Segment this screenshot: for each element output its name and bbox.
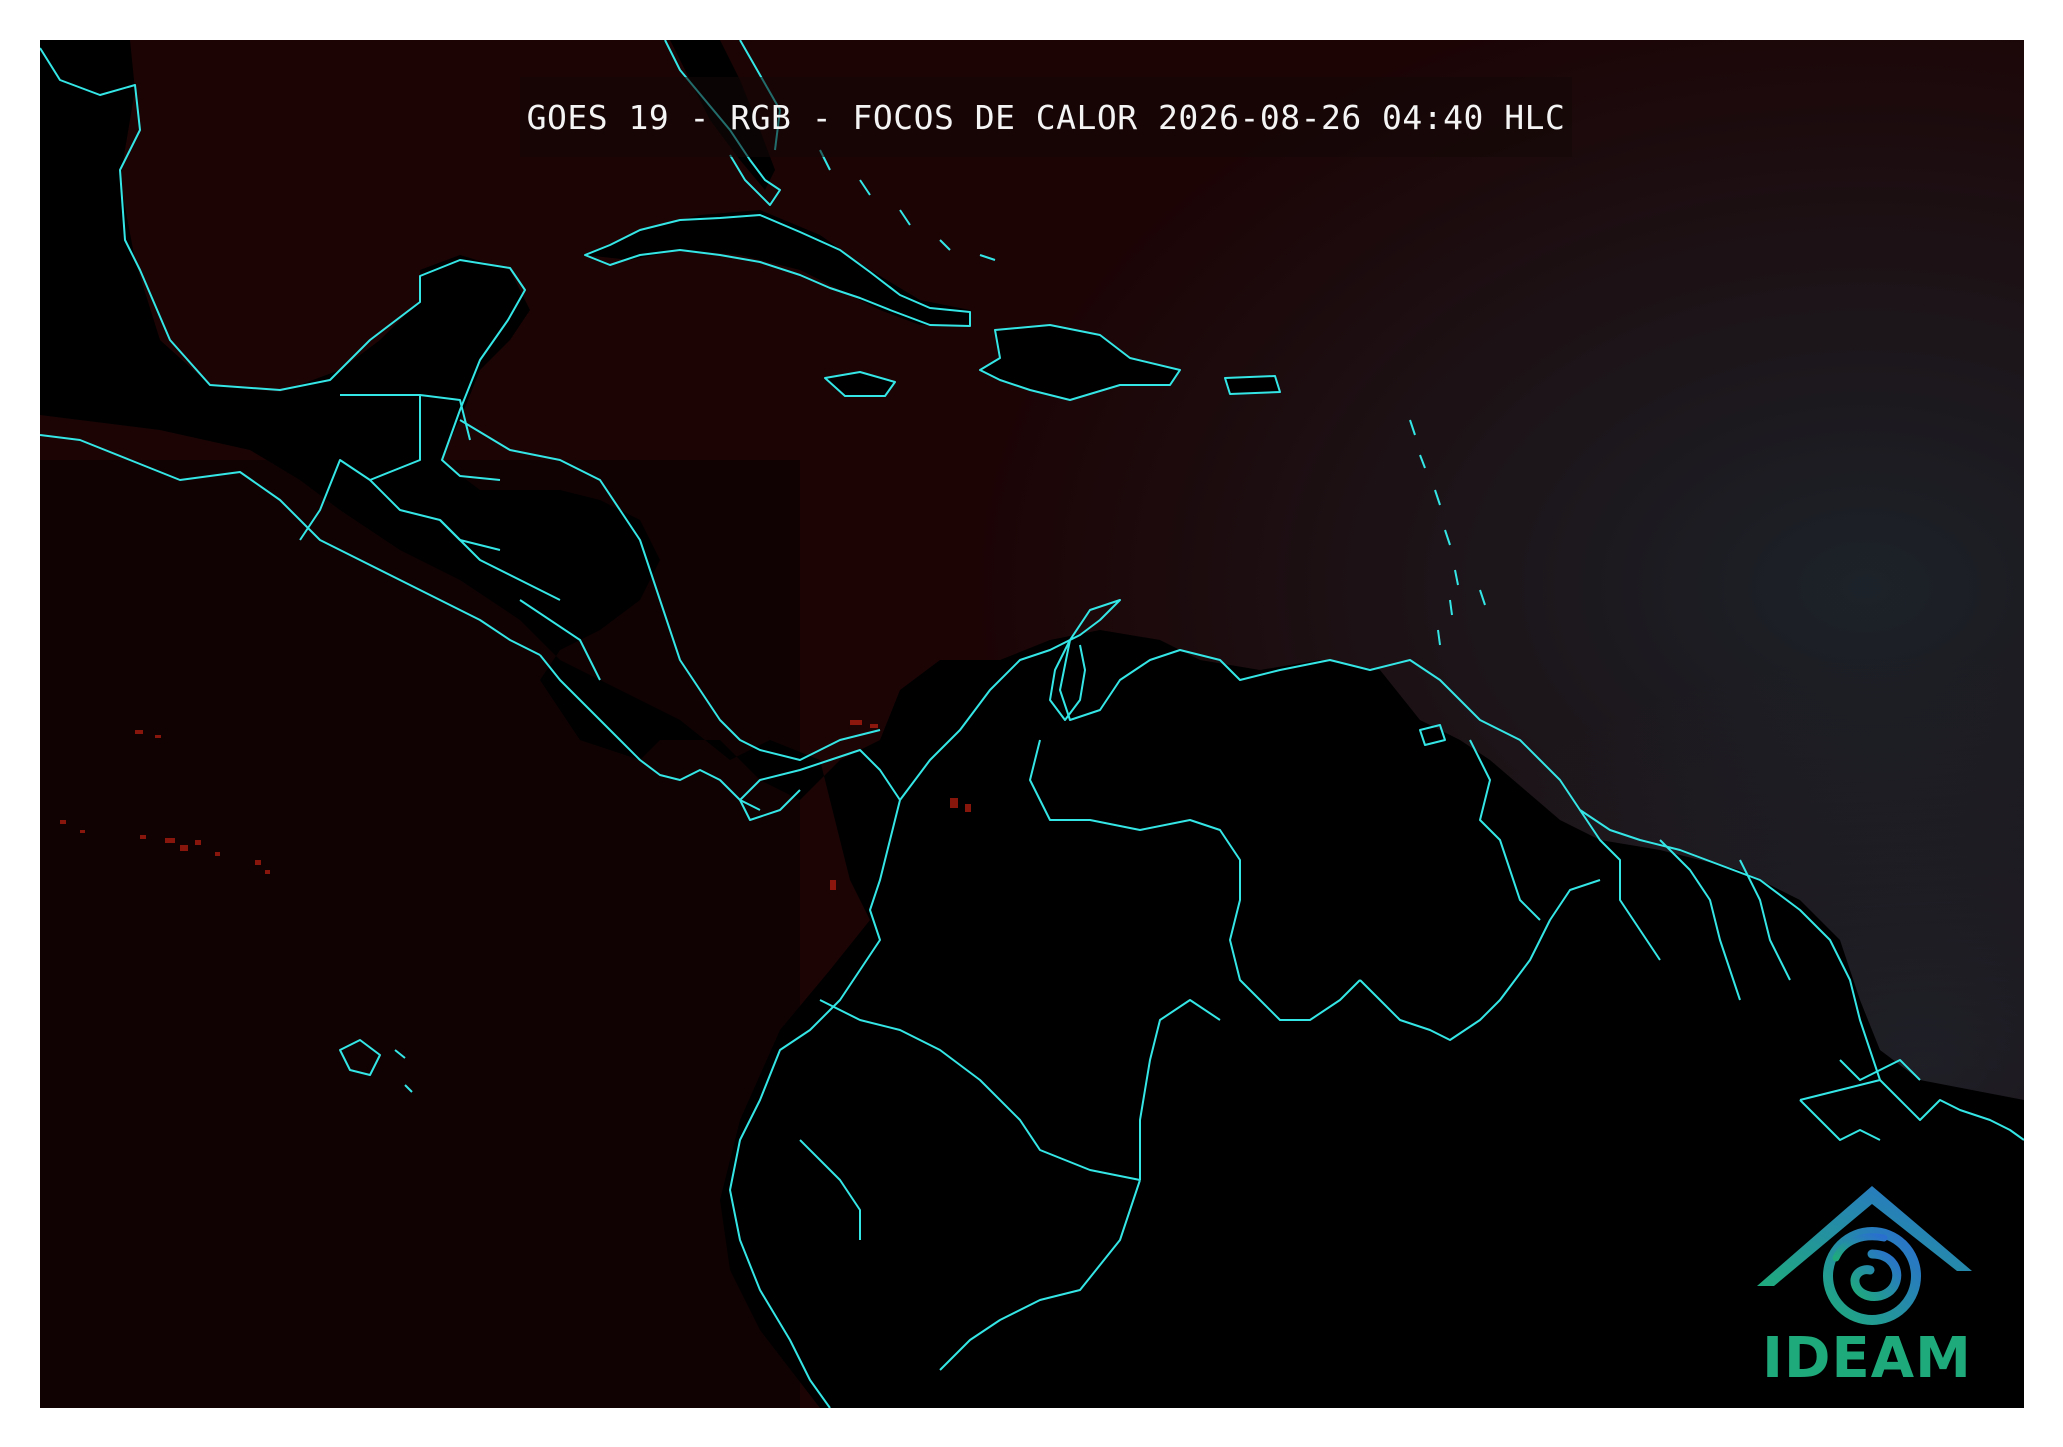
map-canvas xyxy=(40,40,2024,1408)
map-title: GOES 19 - RGB - FOCOS DE CALOR 2026-08-2… xyxy=(526,97,1566,137)
ideam-logo-icon xyxy=(1757,1186,1972,1325)
ideam-logo: IDEAM xyxy=(1752,1176,1982,1396)
satellite-map[interactable]: GOES 19 - RGB - FOCOS DE CALOR 2026-08-2… xyxy=(40,40,2024,1408)
page: GOES 19 - RGB - FOCOS DE CALOR 2026-08-2… xyxy=(0,0,2063,1447)
map-title-box: GOES 19 - RGB - FOCOS DE CALOR 2026-08-2… xyxy=(520,77,1572,157)
ideam-logo-text: IDEAM xyxy=(1762,1326,1972,1391)
